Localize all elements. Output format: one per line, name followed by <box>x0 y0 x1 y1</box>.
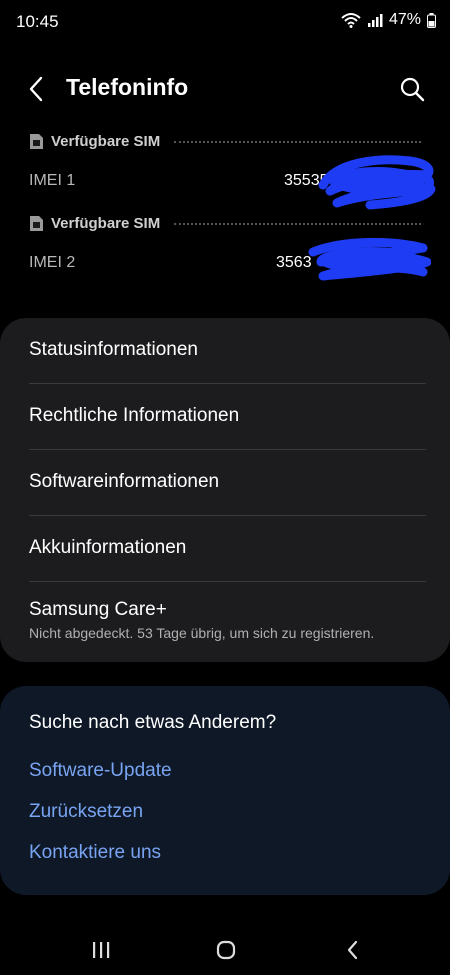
sim-label: Verfügbare SIM <box>51 214 161 232</box>
dotted-divider <box>174 141 421 143</box>
menu-item-softwareinformationen[interactable]: Softwareinformationen <box>29 471 426 493</box>
recent-apps-icon[interactable] <box>86 935 116 965</box>
home-icon[interactable] <box>211 935 241 965</box>
page-title: Telefoninfo <box>66 74 189 100</box>
redaction-scribble <box>308 238 431 281</box>
status-icons: 47% <box>341 11 436 29</box>
wifi-icon <box>341 13 361 28</box>
app-header: Telefoninfo <box>0 64 450 114</box>
menu-item-subtitle: Nicht abgedeckt. 53 Tage übrig, um sich … <box>29 625 375 641</box>
status-time: 10:45 <box>16 12 59 31</box>
menu-item-akkuinformationen[interactable]: Akkuinformationen <box>29 537 426 559</box>
divider <box>29 383 426 384</box>
dotted-divider <box>174 223 421 225</box>
menu-item-samsung-care[interactable]: Samsung Care+ Nicht abgedeckt. 53 Tage ü… <box>29 599 426 641</box>
menu-item-label: Statusinformationen <box>29 339 198 360</box>
imei-label: IMEI 1 <box>29 172 76 189</box>
link-software-update[interactable]: Software-Update <box>29 760 172 782</box>
navigation-bar <box>0 925 450 975</box>
link-kontaktiere-uns[interactable]: Kontaktiere uns <box>29 842 161 864</box>
suggestions-title: Suche nach etwas Anderem? <box>29 712 277 733</box>
info-menu-card: Statusinformationen Rechtliche Informati… <box>0 318 450 662</box>
back-icon[interactable] <box>338 935 368 965</box>
sim-header-1: Verfügbare SIM <box>29 129 421 153</box>
imei-label: IMEI 2 <box>29 254 76 271</box>
menu-item-label: Rechtliche Informationen <box>29 405 240 426</box>
back-arrow-icon[interactable] <box>22 74 52 104</box>
redaction-scribble <box>318 155 436 210</box>
divider <box>29 581 426 582</box>
suggestions-card: Suche nach etwas Anderem? Software-Updat… <box>0 686 450 895</box>
sim-card-icon <box>30 215 43 231</box>
link-zuruecksetzen[interactable]: Zurücksetzen <box>29 801 143 823</box>
signal-icon <box>367 14 383 27</box>
menu-item-label: Akkuinformationen <box>29 537 187 558</box>
status-bar: 10:45 47% <box>0 0 450 44</box>
battery-icon <box>427 12 436 28</box>
battery-percent: 47% <box>388 11 421 28</box>
divider <box>29 515 426 516</box>
search-icon[interactable] <box>398 75 426 103</box>
divider <box>29 449 426 450</box>
sim-header-2: Verfügbare SIM <box>29 211 421 235</box>
sim-card-icon <box>30 133 43 149</box>
menu-item-rechtliche-informationen[interactable]: Rechtliche Informationen <box>29 405 426 427</box>
menu-item-label: Softwareinformationen <box>29 471 220 492</box>
menu-item-label: Samsung Care+ <box>29 599 167 620</box>
sim-label: Verfügbare SIM <box>51 132 161 150</box>
menu-item-statusinformationen[interactable]: Statusinformationen <box>29 339 426 361</box>
